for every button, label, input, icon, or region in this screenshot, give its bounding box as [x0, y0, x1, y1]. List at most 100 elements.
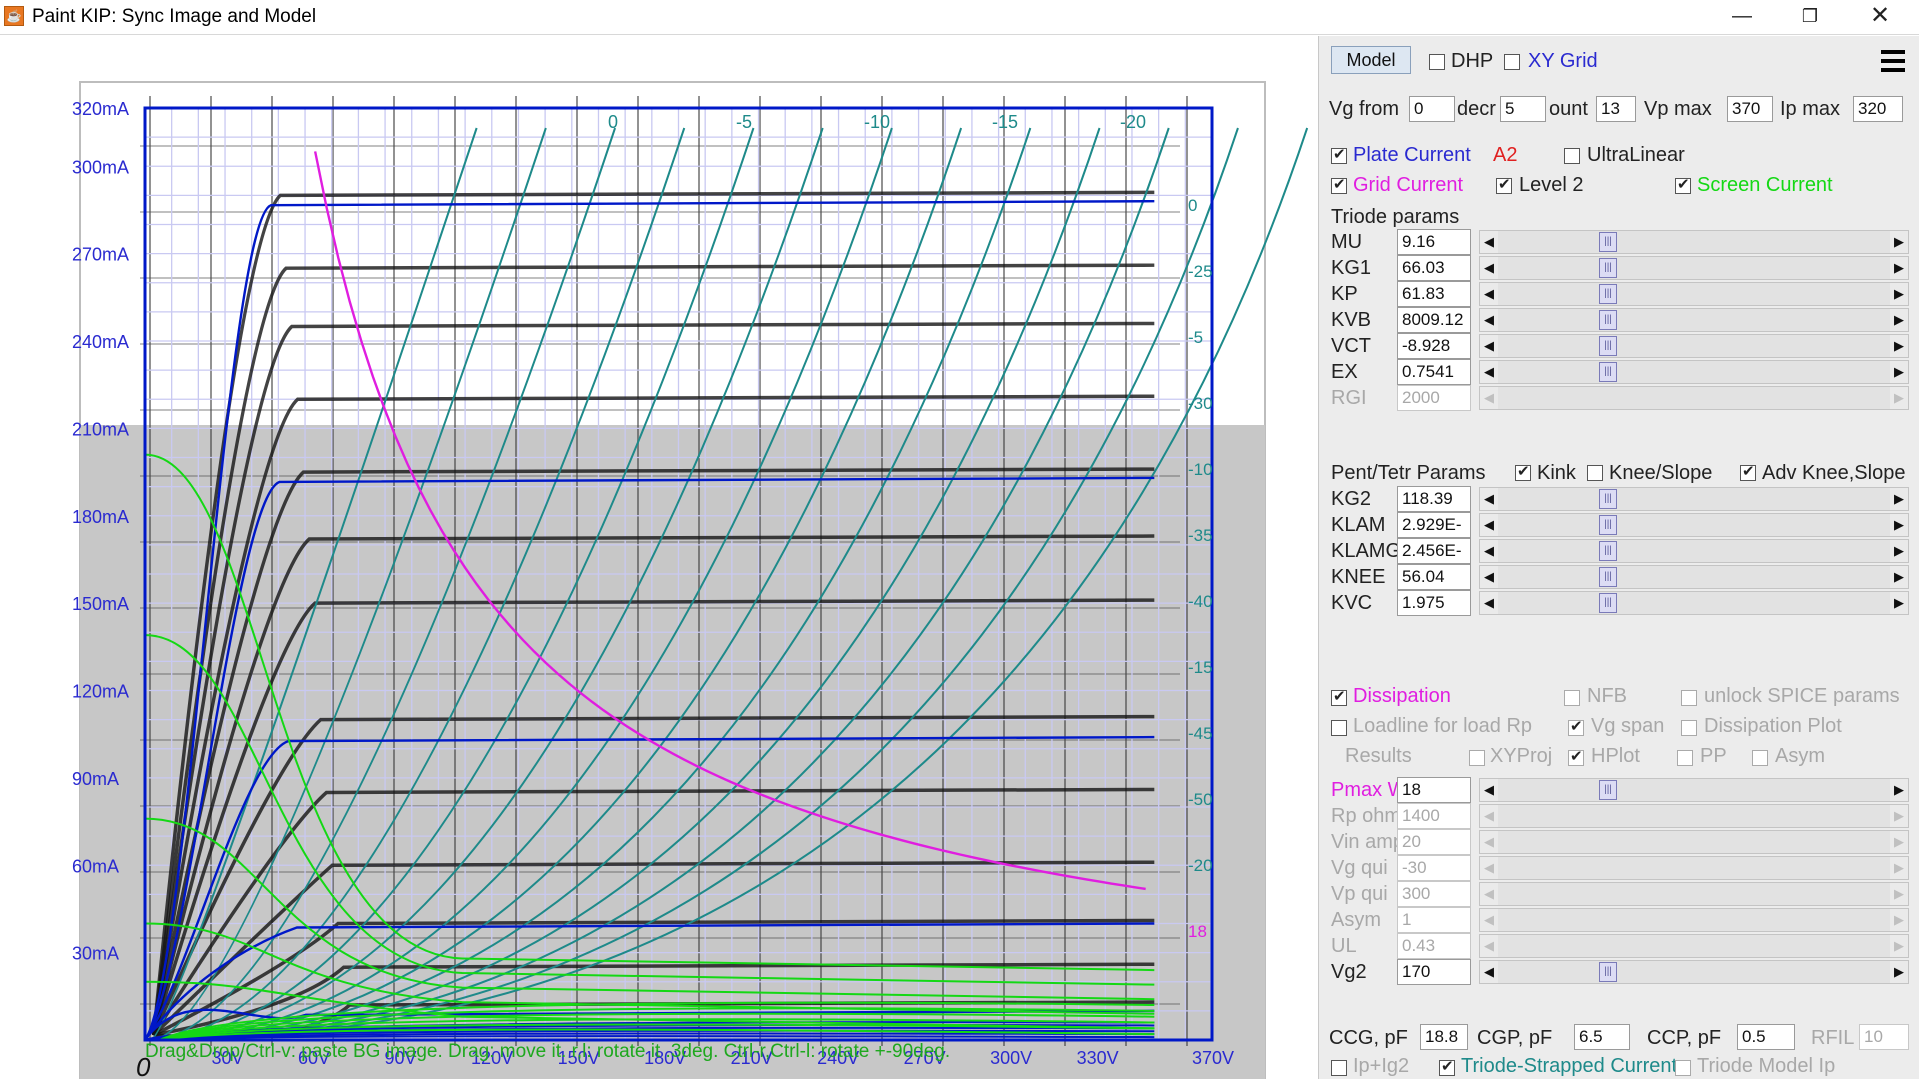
param-input[interactable]: 2.929E-12 [1397, 512, 1471, 558]
param-slider[interactable]: ◀ ▶ ||| [1479, 230, 1909, 254]
param-slider[interactable]: ◀ ▶ ||| [1479, 539, 1909, 563]
close-button[interactable]: ✕ [1846, 0, 1914, 34]
param-input[interactable]: 0.7541 [1397, 359, 1471, 385]
decr-input[interactable]: 5 [1500, 96, 1546, 122]
slider-left-arrow-icon[interactable]: ◀ [1480, 309, 1498, 331]
slider-left-arrow-icon[interactable]: ◀ [1480, 857, 1498, 879]
param-input[interactable]: 18 [1397, 777, 1471, 803]
model-button[interactable]: Model [1331, 46, 1411, 74]
param-input[interactable]: 8009.12 [1397, 307, 1471, 333]
slider-left-arrow-icon[interactable]: ◀ [1480, 883, 1498, 905]
cgp-input[interactable]: 6.5 [1574, 1024, 1630, 1050]
slider-right-arrow-icon[interactable]: ▶ [1890, 592, 1908, 614]
param-input[interactable]: -30 [1397, 855, 1471, 881]
pp-checkbox[interactable] [1677, 750, 1693, 766]
slider-left-arrow-icon[interactable]: ◀ [1480, 805, 1498, 827]
slider-left-arrow-icon[interactable]: ◀ [1480, 283, 1498, 305]
slider-thumb[interactable]: ||| [1599, 232, 1617, 252]
loadline-checkbox[interactable] [1331, 720, 1347, 736]
param-slider[interactable]: ◀ ▶ ||| [1479, 565, 1909, 589]
param-input[interactable]: 9.16 [1397, 229, 1471, 255]
param-input[interactable]: 20 [1397, 829, 1471, 855]
param-slider[interactable]: ◀ ▶ [1479, 934, 1909, 958]
param-slider[interactable]: ◀ ▶ [1479, 386, 1909, 410]
slider-left-arrow-icon[interactable]: ◀ [1480, 488, 1498, 510]
slider-left-arrow-icon[interactable]: ◀ [1480, 387, 1498, 409]
restore-button[interactable]: ❐ [1776, 0, 1844, 34]
param-slider[interactable]: ◀ ▶ ||| [1479, 778, 1909, 802]
param-slider[interactable]: ◀ ▶ ||| [1479, 256, 1909, 280]
dissipation-plot-checkbox[interactable] [1681, 720, 1697, 736]
ip-ig2-checkbox[interactable] [1331, 1060, 1347, 1076]
param-slider[interactable]: ◀ ▶ ||| [1479, 334, 1909, 358]
param-slider[interactable]: ◀ ▶ [1479, 882, 1909, 906]
slider-right-arrow-icon[interactable]: ▶ [1890, 779, 1908, 801]
param-input[interactable]: 56.04 [1397, 564, 1471, 590]
param-input[interactable]: 0.43 [1397, 933, 1471, 959]
slider-left-arrow-icon[interactable]: ◀ [1480, 935, 1498, 957]
param-input[interactable]: 118.39 [1397, 486, 1471, 512]
param-slider[interactable]: ◀ ▶ ||| [1479, 282, 1909, 306]
slider-left-arrow-icon[interactable]: ◀ [1480, 231, 1498, 253]
ultralinear-checkbox[interactable] [1564, 148, 1580, 164]
knee-slope-checkbox[interactable] [1587, 465, 1603, 481]
slider-left-arrow-icon[interactable]: ◀ [1480, 961, 1498, 983]
param-input[interactable]: 1 [1397, 907, 1471, 933]
rfil-input[interactable]: 10 [1859, 1024, 1909, 1050]
param-slider[interactable]: ◀ ▶ ||| [1479, 513, 1909, 537]
param-input[interactable]: 66.03 [1397, 255, 1471, 281]
slider-right-arrow-icon[interactable]: ▶ [1890, 566, 1908, 588]
param-input[interactable]: -8.928 [1397, 333, 1471, 359]
slider-left-arrow-icon[interactable]: ◀ [1480, 909, 1498, 931]
slider-right-arrow-icon[interactable]: ▶ [1890, 231, 1908, 253]
slider-right-arrow-icon[interactable]: ▶ [1890, 335, 1908, 357]
param-input[interactable]: 170 [1397, 959, 1471, 985]
slider-left-arrow-icon[interactable]: ◀ [1480, 831, 1498, 853]
slider-right-arrow-icon[interactable]: ▶ [1890, 909, 1908, 931]
slider-thumb[interactable]: ||| [1599, 515, 1617, 535]
param-slider[interactable]: ◀ ▶ ||| [1479, 960, 1909, 984]
slider-left-arrow-icon[interactable]: ◀ [1480, 592, 1498, 614]
slider-right-arrow-icon[interactable]: ▶ [1890, 961, 1908, 983]
slider-thumb[interactable]: ||| [1599, 541, 1617, 561]
hamburger-menu-icon[interactable] [1879, 48, 1909, 76]
triode-model-checkbox[interactable] [1675, 1060, 1691, 1076]
slider-thumb[interactable]: ||| [1599, 336, 1617, 356]
slider-left-arrow-icon[interactable]: ◀ [1480, 779, 1498, 801]
slider-thumb[interactable]: ||| [1599, 567, 1617, 587]
param-input[interactable]: 1400 [1397, 803, 1471, 829]
slider-right-arrow-icon[interactable]: ▶ [1890, 361, 1908, 383]
param-slider[interactable]: ◀ ▶ [1479, 830, 1909, 854]
slider-right-arrow-icon[interactable]: ▶ [1890, 257, 1908, 279]
slider-right-arrow-icon[interactable]: ▶ [1890, 309, 1908, 331]
slider-left-arrow-icon[interactable]: ◀ [1480, 566, 1498, 588]
slider-thumb[interactable]: ||| [1599, 962, 1617, 982]
screen-current-checkbox[interactable] [1675, 175, 1691, 194]
slider-thumb[interactable]: ||| [1599, 284, 1617, 304]
slider-right-arrow-icon[interactable]: ▶ [1890, 857, 1908, 879]
dhp-checkbox[interactable] [1429, 54, 1445, 70]
param-slider[interactable]: ◀ ▶ ||| [1479, 360, 1909, 384]
param-slider[interactable]: ◀ ▶ [1479, 856, 1909, 880]
level2-checkbox[interactable] [1496, 175, 1512, 194]
count-input[interactable]: 13 [1596, 96, 1636, 122]
kink-checkbox[interactable] [1515, 462, 1531, 481]
slider-left-arrow-icon[interactable]: ◀ [1480, 335, 1498, 357]
slider-right-arrow-icon[interactable]: ▶ [1890, 283, 1908, 305]
param-input[interactable]: 300 [1397, 881, 1471, 907]
xy-grid-checkbox[interactable] [1504, 54, 1520, 70]
triode-strapped-checkbox[interactable] [1439, 1057, 1455, 1076]
slider-right-arrow-icon[interactable]: ▶ [1890, 883, 1908, 905]
grid-current-checkbox[interactable] [1331, 175, 1347, 194]
slider-right-arrow-icon[interactable]: ▶ [1890, 514, 1908, 536]
adv-knee-checkbox[interactable] [1740, 462, 1756, 481]
vg-from-input[interactable]: 0 [1409, 96, 1455, 122]
plate-current-checkbox[interactable] [1331, 145, 1347, 164]
param-slider[interactable]: ◀ ▶ [1479, 804, 1909, 828]
param-input[interactable]: 2000 [1397, 385, 1471, 411]
slider-right-arrow-icon[interactable]: ▶ [1890, 805, 1908, 827]
param-input[interactable]: 1.975 [1397, 590, 1471, 616]
param-input[interactable]: 2.456E-6 [1397, 538, 1471, 584]
unlock-spice-checkbox[interactable] [1681, 690, 1697, 706]
vpmax-input[interactable]: 370 [1727, 96, 1773, 122]
